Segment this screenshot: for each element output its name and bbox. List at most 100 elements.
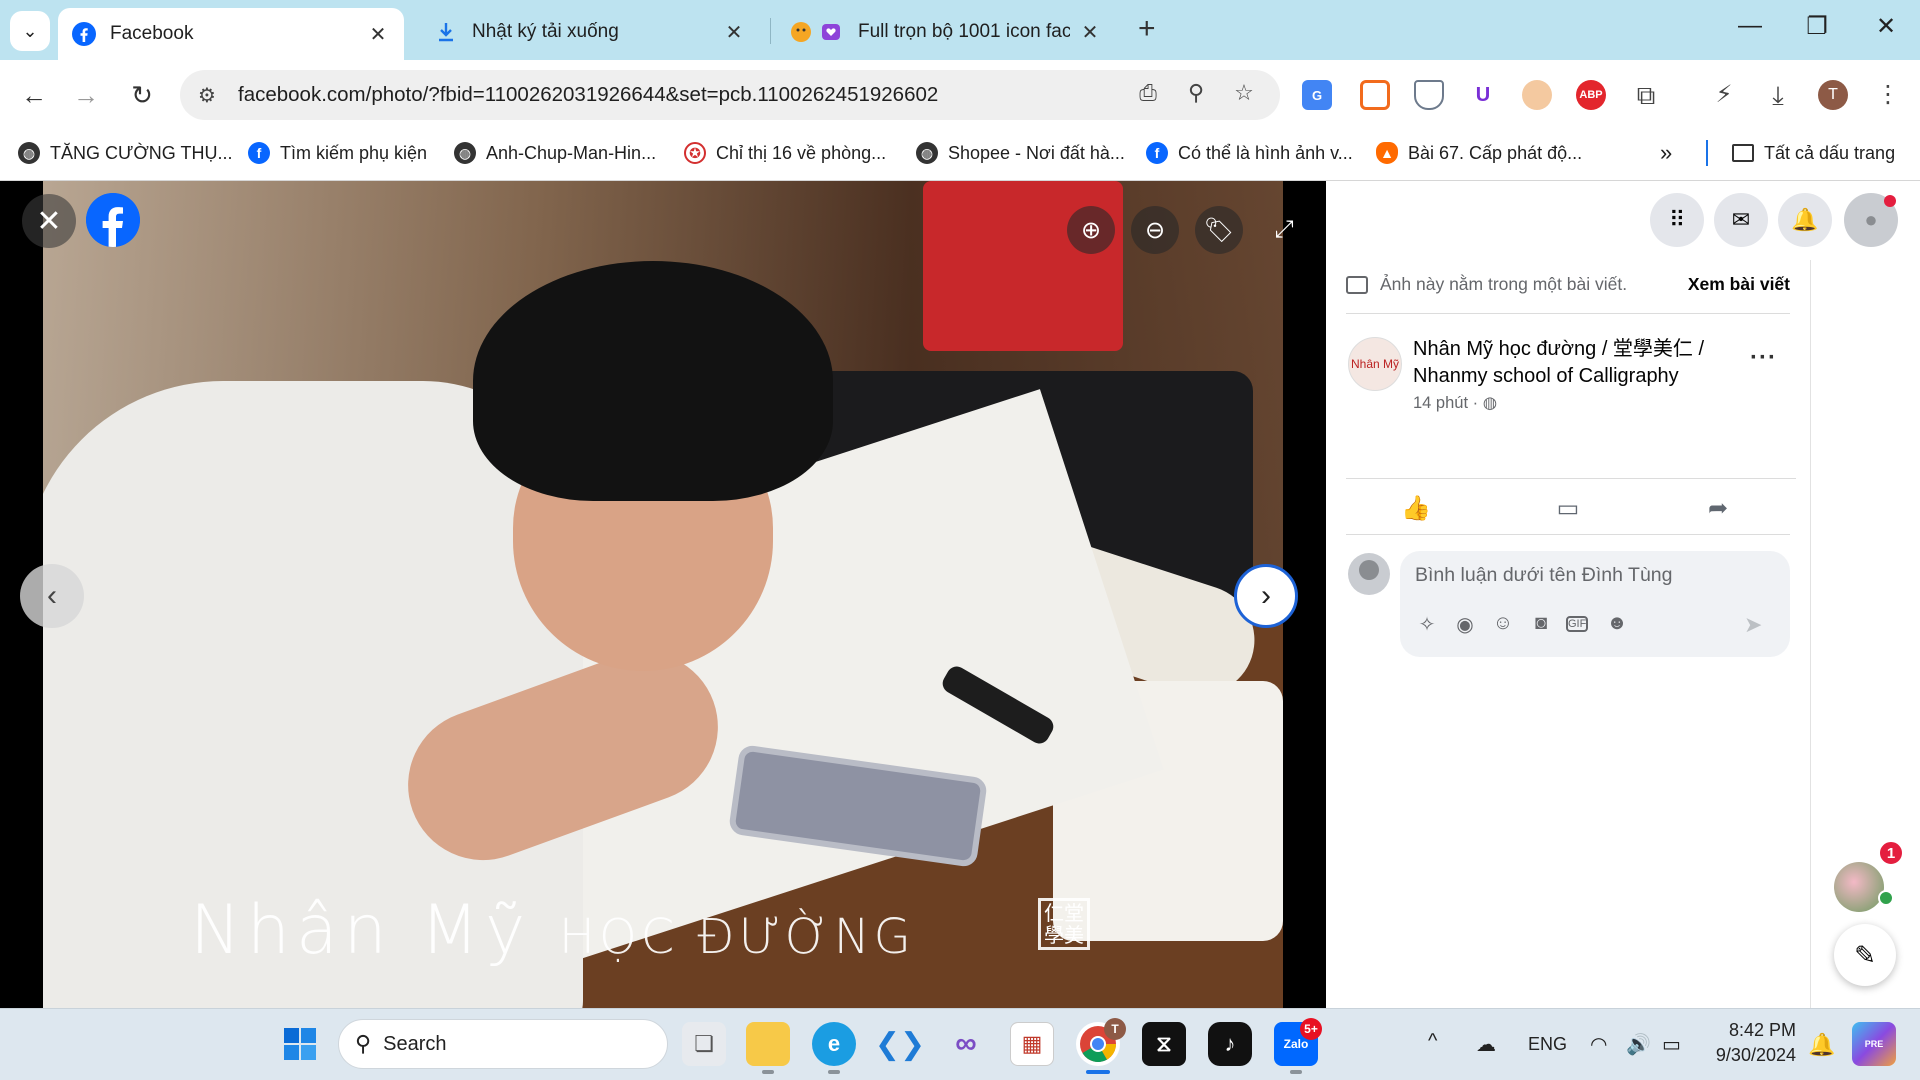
minimize-button[interactable]: — <box>1730 12 1770 40</box>
new-tab-button[interactable]: + <box>1138 14 1156 44</box>
all-bookmarks-folder[interactable]: Tất cả dấu trang <box>1732 138 1895 168</box>
copilot-button[interactable]: PRE <box>1852 1022 1896 1066</box>
like-button[interactable]: 👍 <box>1398 494 1434 523</box>
task-view-button[interactable]: ❏ <box>682 1022 726 1066</box>
more-options-button[interactable]: ··· <box>1750 344 1777 372</box>
clock-date[interactable]: 9/30/2024 <box>1704 1045 1796 1066</box>
onedrive-icon[interactable]: ☁ <box>1476 1032 1496 1057</box>
close-tab-icon[interactable]: ✕ <box>366 22 390 47</box>
download-icon[interactable]: ⤓ <box>1762 80 1794 112</box>
bookmark-item[interactable]: f Tìm kiếm phụ kiện <box>248 138 427 168</box>
photo-watermark: Nhân Mỹ HỌC ĐƯỜNG <box>190 891 915 970</box>
bookmark-item[interactable]: ◍ TĂNG CƯỜNG THỤ... <box>18 138 232 168</box>
tab-facebook[interactable]: Facebook ✕ <box>58 8 404 60</box>
start-button[interactable] <box>278 1022 322 1066</box>
send-button[interactable]: ➤ <box>1744 612 1762 638</box>
bookmark-item[interactable]: f Có thể là hình ảnh v... <box>1146 138 1353 168</box>
back-button[interactable]: ← <box>16 80 52 111</box>
menu-kebab-icon[interactable]: ⋮ <box>1872 80 1904 112</box>
menu-button[interactable]: ⠿ <box>1650 193 1704 247</box>
google-translate-icon[interactable]: G <box>1302 80 1332 110</box>
share-button[interactable]: ➦ <box>1700 494 1736 523</box>
wifi-icon[interactable]: ◠ <box>1590 1032 1607 1057</box>
shield-extension-icon[interactable] <box>1414 80 1444 110</box>
next-photo-button[interactable]: › <box>1234 564 1298 628</box>
tab-icons[interactable]: Full trọn bộ 1001 icon faceb ✕ <box>776 9 1116 55</box>
post-time[interactable]: 14 phút · ◍ <box>1413 393 1497 413</box>
close-window-button[interactable]: ✕ <box>1866 12 1906 41</box>
close-tab-icon[interactable]: ✕ <box>722 20 746 45</box>
bookmark-star-icon[interactable]: ☆ <box>1228 80 1260 112</box>
tag-button[interactable]: 🏷 <box>1195 206 1243 254</box>
close-viewer-button[interactable]: ✕ <box>22 194 76 248</box>
show-hidden-icons[interactable]: ^ <box>1428 1030 1437 1053</box>
edge-icon: e <box>827 1031 841 1056</box>
person-extension-icon[interactable] <box>1522 80 1552 110</box>
clock-time[interactable]: 8:42 PM <box>1714 1020 1796 1041</box>
site-info-icon[interactable]: ⚙ <box>198 83 228 108</box>
zoom-in-button[interactable]: ⊕ <box>1067 206 1115 254</box>
time-text: 14 phút · <box>1413 394 1479 412</box>
tab-downloads[interactable]: Nhật ký tải xuống ✕ <box>420 9 760 55</box>
gif-icon[interactable]: GIF <box>1566 616 1588 632</box>
avatar-sticker-icon[interactable]: ✧ <box>1414 612 1440 637</box>
more-bookmarks-icon[interactable]: » <box>1660 138 1672 168</box>
file-explorer-button[interactable] <box>746 1022 790 1066</box>
language-indicator[interactable]: ENG <box>1528 1034 1567 1055</box>
camera-icon[interactable]: ◙ <box>1528 612 1554 635</box>
extension-orange-icon[interactable] <box>1360 80 1390 110</box>
globe-icon: ◍ <box>454 142 476 164</box>
sticker-icon[interactable]: ☻ <box>1604 612 1630 635</box>
install-app-icon[interactable]: ⎙ <box>1132 80 1164 112</box>
avatar-text: Nhân Mỹ <box>1350 357 1400 371</box>
reload-button[interactable]: ↻ <box>124 80 160 111</box>
tab-search-button[interactable]: ⌄ <box>10 11 50 51</box>
forward-button[interactable]: → <box>68 80 104 111</box>
facebook-logo[interactable] <box>86 193 140 247</box>
edge-button[interactable]: e <box>812 1022 856 1066</box>
extensions-puzzle-icon[interactable]: ⧉ <box>1630 80 1662 112</box>
performance-icon[interactable]: ⚡ <box>1708 80 1740 112</box>
zoom-out-button[interactable]: ⊖ <box>1131 206 1179 254</box>
profile-avatar[interactable]: T <box>1818 80 1848 110</box>
comment-button[interactable]: ▭ <box>1550 494 1586 523</box>
new-message-button[interactable]: ✎ <box>1834 924 1896 986</box>
u-extension-icon[interactable]: U <box>1468 80 1498 110</box>
notification-bell-icon[interactable]: 🔔 <box>1808 1032 1835 1058</box>
bookmark-item[interactable]: ◍ Shopee - Nơi đất hà... <box>916 138 1125 168</box>
address-bar[interactable]: ⚙ facebook.com/photo/?fbid=1100262031926… <box>180 70 1280 120</box>
chat-head-avatar[interactable] <box>1834 862 1884 912</box>
messenger-button[interactable]: ✉ <box>1714 193 1768 247</box>
bookmark-item[interactable]: ▲ Bài 67. Cấp phát độ... <box>1376 138 1582 168</box>
author-avatar[interactable]: Nhân Mỹ <box>1348 337 1402 391</box>
restore-button[interactable]: ❐ <box>1797 12 1837 41</box>
battery-icon[interactable]: ▭ <box>1662 1032 1681 1057</box>
vscode-button[interactable]: ❮❯ <box>875 1022 925 1066</box>
panel-divider <box>1810 260 1811 1008</box>
globe-icon: ◍ <box>1482 394 1498 412</box>
emoji-icon[interactable]: ☺ <box>1490 612 1516 635</box>
bookmark-item[interactable]: ◍ Anh-Chup-Man-Hin... <box>454 138 656 168</box>
zoom-icon[interactable]: ⚲ <box>1180 80 1212 112</box>
app-button[interactable]: ▦ <box>1010 1022 1054 1066</box>
adblock-plus-icon[interactable]: ABP <box>1576 80 1606 110</box>
capcut-button[interactable]: ⧖ <box>1142 1022 1186 1066</box>
tiktok-button[interactable]: ♪ <box>1208 1022 1252 1066</box>
see-post-link[interactable]: Xem bài viết <box>1688 274 1790 295</box>
volume-icon[interactable]: 🔊 <box>1626 1032 1651 1057</box>
visual-studio-button[interactable]: ∞ <box>944 1022 988 1066</box>
chevron-down-icon: ⌄ <box>22 20 38 41</box>
close-tab-icon[interactable]: ✕ <box>1078 20 1102 45</box>
fullscreen-button[interactable]: ⤢ <box>1260 206 1308 254</box>
visual-studio-icon: ∞ <box>955 1027 977 1060</box>
author-name[interactable]: Nhân Mỹ học đường / 堂學美仁 / Nhanmy school… <box>1413 336 1743 390</box>
notifications-button[interactable]: 🔔 <box>1778 193 1832 247</box>
zalo-icon: Zalo <box>1283 1037 1309 1051</box>
previous-photo-button[interactable]: ‹ <box>20 564 84 628</box>
commenter-avatar[interactable] <box>1348 553 1390 595</box>
bookmark-item[interactable]: ✪ Chỉ thị 16 về phòng... <box>684 138 886 168</box>
mask-icon[interactable]: ◉ <box>1452 612 1478 637</box>
bookmark-label: Có thể là hình ảnh v... <box>1178 142 1353 163</box>
photo[interactable] <box>43 181 1283 1008</box>
taskbar-search[interactable]: ⚲ Search <box>338 1019 668 1069</box>
